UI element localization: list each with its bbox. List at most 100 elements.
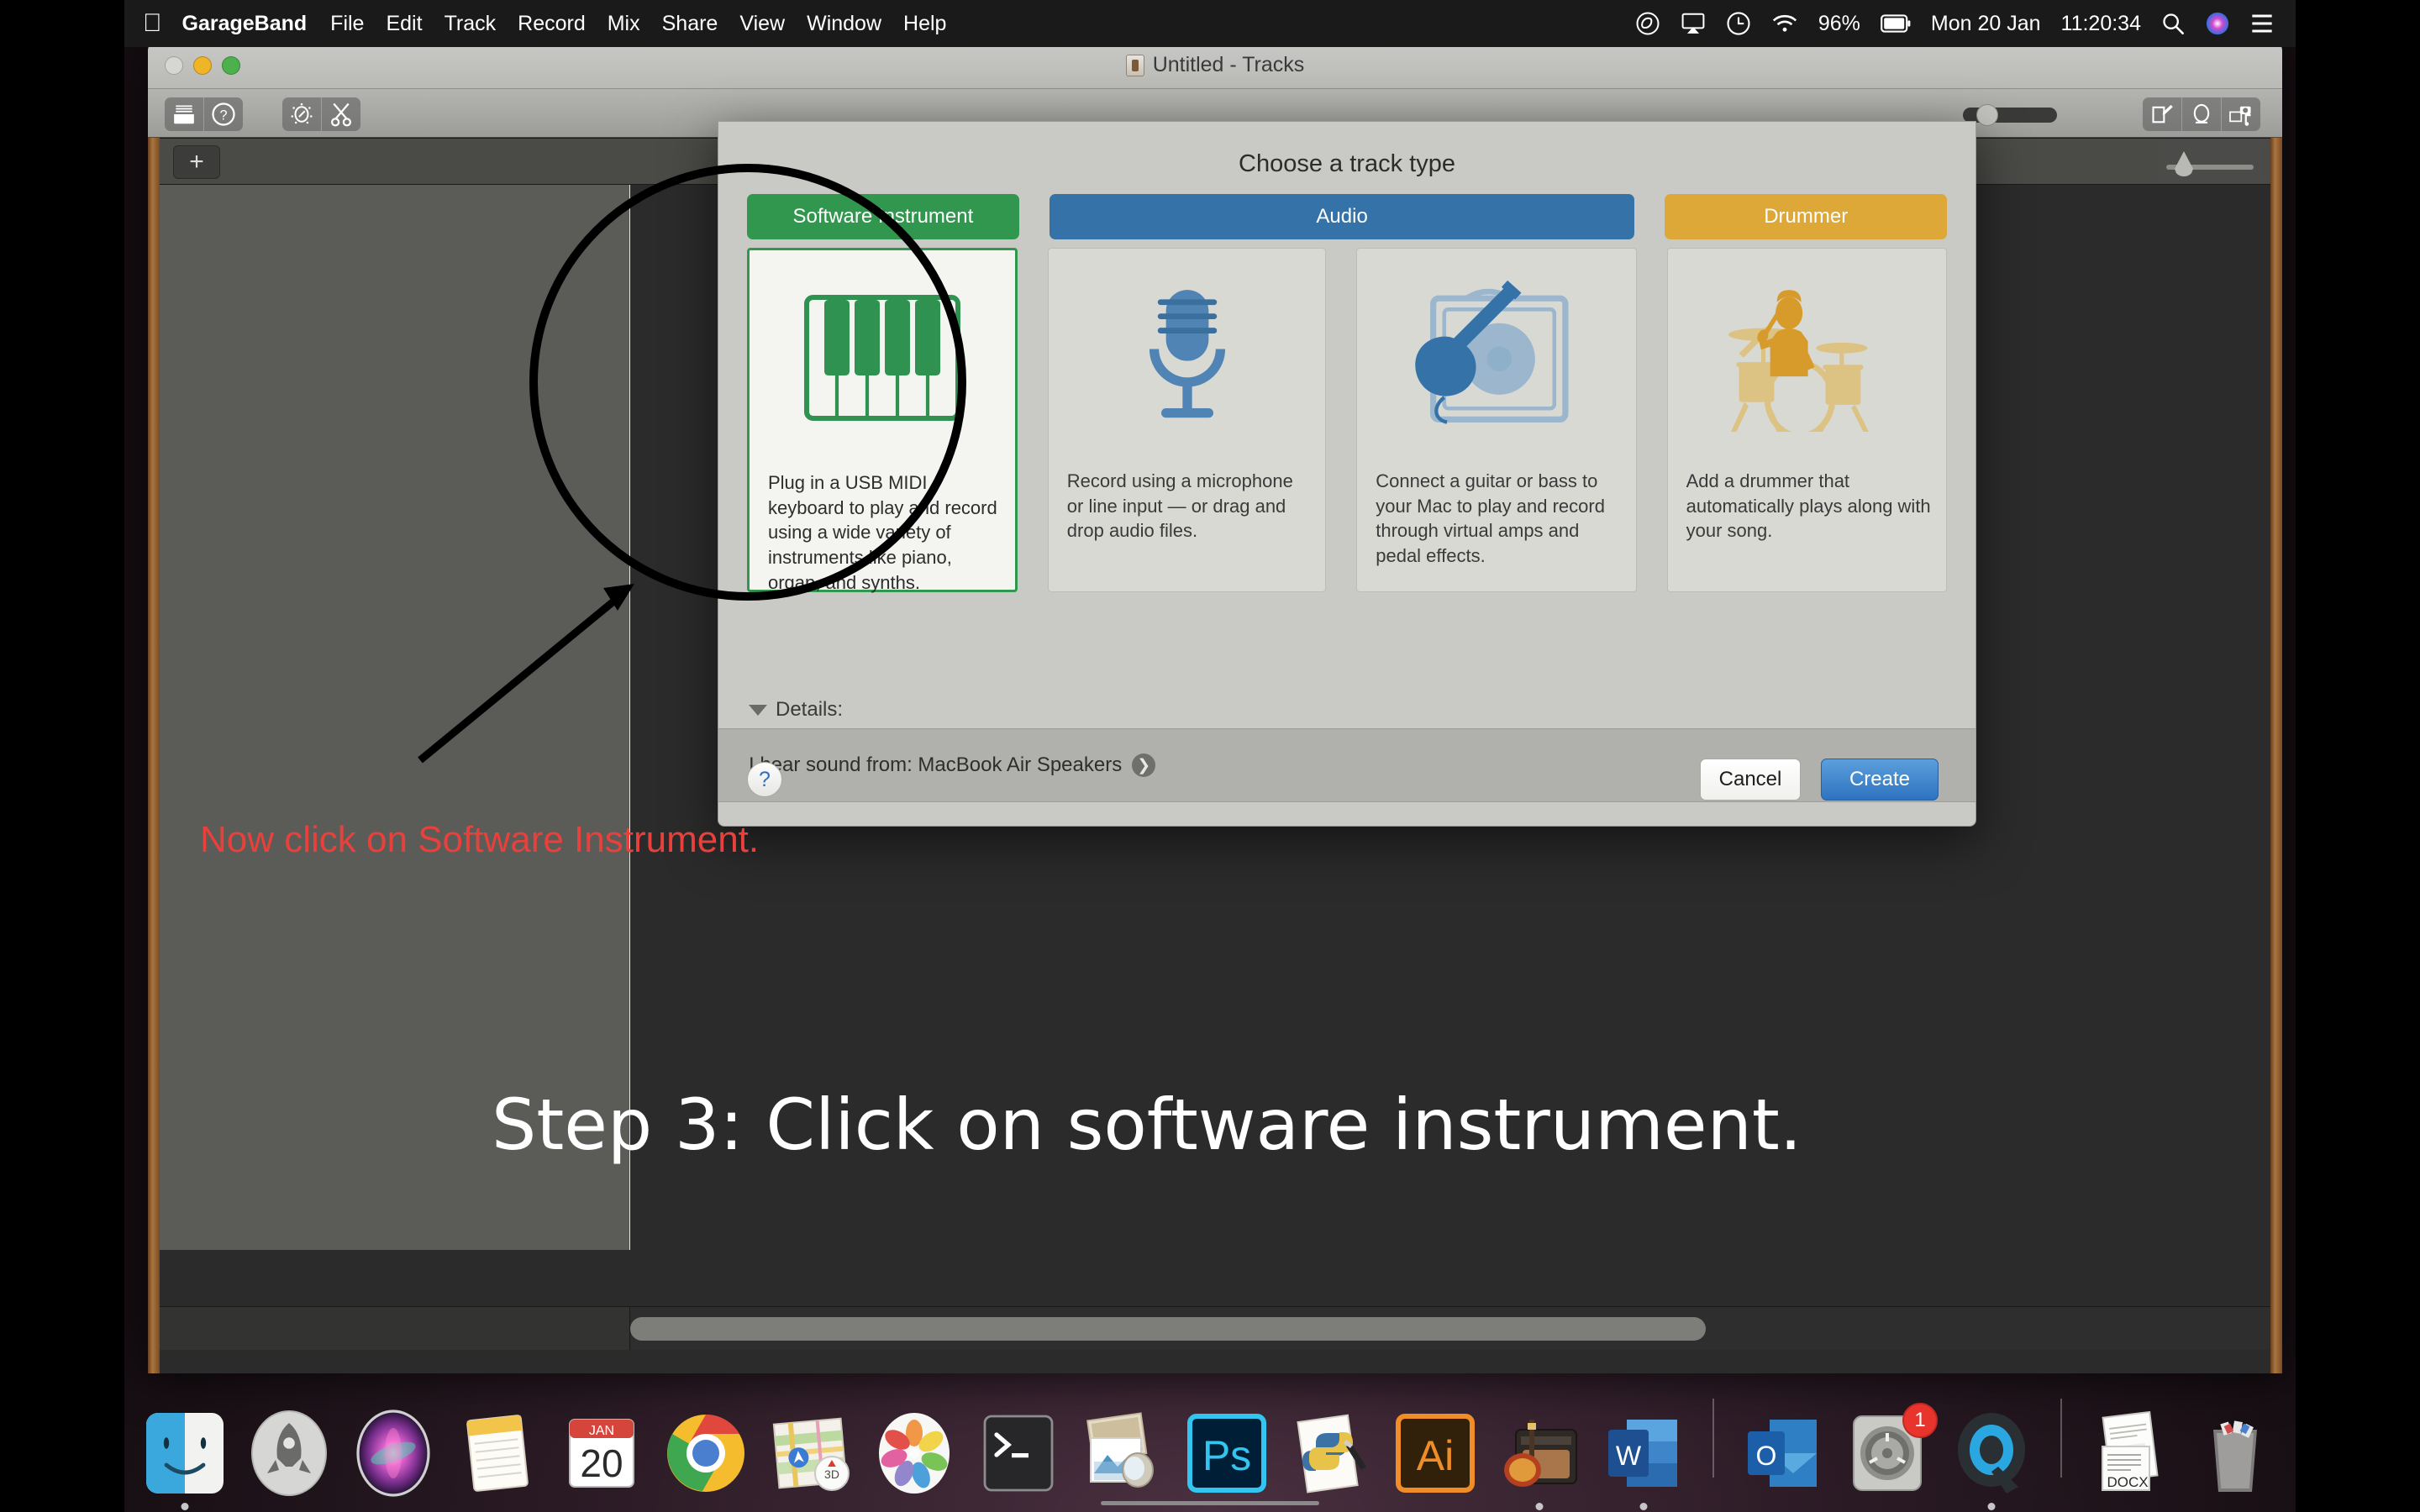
window-title-group: Untitled - Tracks — [148, 53, 2282, 77]
running-indicator — [1639, 1503, 1648, 1510]
window-titlebar: Untitled - Tracks — [148, 42, 2282, 89]
card-drummer[interactable]: Add a drummer that automatically plays a… — [1666, 248, 1948, 592]
question-circle-icon[interactable]: ? — [204, 97, 243, 131]
menu-item-file[interactable]: File — [330, 12, 364, 36]
dock-item-illustrator[interactable]: Ai — [1392, 1410, 1479, 1497]
card-description: Record using a microphone or line input … — [1066, 470, 1293, 542]
zoom-slider-handle[interactable] — [2175, 151, 2193, 176]
dock-item-docx-file[interactable]: DOCX — [2087, 1410, 2175, 1497]
toolbar-group-left: ? — [165, 97, 243, 131]
help-button[interactable]: ? — [747, 762, 782, 797]
dock-item-photoshop[interactable]: Ps — [1183, 1410, 1270, 1497]
tuner-icon[interactable] — [282, 97, 321, 131]
media-browser-icon[interactable] — [2222, 97, 2260, 131]
card-software-instrument[interactable]: Plug in a USB MIDI keyboard to play and … — [747, 248, 1018, 593]
notepad-edit-icon[interactable] — [2143, 97, 2181, 131]
dock-item-preview[interactable] — [1079, 1410, 1166, 1497]
screen-root:  GarageBand File Edit Track Record Mix … — [0, 0, 2420, 1512]
loop-browser-icon[interactable] — [2182, 97, 2221, 131]
red-annotation-text: Now click on Software Instrument. — [200, 819, 760, 860]
drummer-icon — [1668, 255, 1946, 457]
svg-text:?: ? — [219, 108, 227, 123]
menu-item-share[interactable]: Share — [662, 12, 718, 36]
menu-item-mix[interactable]: Mix — [608, 12, 640, 36]
slider-knob[interactable] — [1976, 104, 1998, 126]
menu-item-help[interactable]: Help — [903, 12, 946, 36]
menu-bar:  GarageBand File Edit Track Record Mix … — [124, 0, 2296, 47]
details-label: Details: — [776, 698, 844, 721]
running-indicator — [1535, 1503, 1544, 1510]
toolbar-group-tools — [282, 97, 360, 131]
step-caption-text: Step 3: Click on software instrument. — [492, 1084, 1802, 1166]
dock-item-chrome[interactable] — [662, 1410, 750, 1497]
dock-item-launchpad[interactable] — [245, 1410, 333, 1497]
tab-software-instrument[interactable]: Software Instrument — [747, 194, 1019, 239]
cancel-button[interactable]: Cancel — [1700, 759, 1801, 801]
card-description: Add a drummer that automatically plays a… — [1686, 470, 1931, 542]
wifi-icon[interactable] — [1771, 13, 1798, 34]
menu-item-window[interactable]: Window — [807, 12, 881, 36]
search-icon[interactable] — [2161, 12, 2185, 35]
tab-label: Drummer — [1764, 205, 1849, 228]
card-description: Plug in a USB MIDI keyboard to play and … — [768, 472, 997, 593]
dock-item-calendar[interactable]: JAN 20 — [558, 1410, 645, 1497]
outlook-label: O — [1756, 1441, 1777, 1471]
scrollbar-left-pad — [160, 1307, 630, 1350]
tab-label: Software Instrument — [792, 205, 974, 228]
dock-item-python[interactable] — [1287, 1410, 1375, 1497]
running-indicator — [181, 1503, 189, 1510]
tab-label: Audio — [1316, 205, 1368, 228]
track-type-tabs: Software Instrument Audio Drummer — [747, 194, 1947, 239]
control-center-icon[interactable] — [2250, 13, 2274, 34]
horizontal-scrollbar[interactable] — [160, 1306, 2270, 1350]
dock-item-trash[interactable] — [2191, 1410, 2279, 1497]
add-track-button[interactable]: + — [173, 145, 220, 179]
dock-item-outlook[interactable]: O — [1739, 1410, 1827, 1497]
time-machine-icon[interactable] — [1726, 11, 1751, 36]
create-button[interactable]: Create — [1821, 759, 1939, 801]
card-description: Connect a guitar or bass to your Mac to … — [1376, 470, 1605, 567]
scrollbar-thumb[interactable] — [630, 1317, 1706, 1341]
menu-item-view[interactable]: View — [739, 12, 785, 36]
scissors-icon[interactable] — [322, 97, 360, 131]
tab-drummer[interactable]: Drummer — [1665, 194, 1947, 239]
siri-icon[interactable] — [2205, 11, 2230, 36]
dock-item-system-preferences[interactable]: 1 — [1844, 1403, 1938, 1497]
window-right-edge — [2270, 133, 2282, 1373]
running-indicator — [1987, 1503, 1996, 1510]
tab-audio[interactable]: Audio — [1049, 194, 1635, 239]
dock-item-maps[interactable]: 3D — [766, 1410, 854, 1497]
new-track-dialog: Choose a track type Software Instrument … — [718, 121, 1976, 827]
dock: JAN 20 3D Ps Ai W O 1 DOCX — [124, 1379, 2296, 1510]
dock-item-terminal[interactable] — [975, 1410, 1062, 1497]
apple-logo-icon[interactable]:  — [143, 11, 162, 36]
dock-item-garageband[interactable] — [1496, 1410, 1583, 1510]
menu-item-track[interactable]: Track — [445, 12, 497, 36]
menu-item-edit[interactable]: Edit — [386, 12, 422, 36]
dock-item-photos[interactable] — [871, 1410, 958, 1497]
window-title: Untitled - Tracks — [1152, 53, 1305, 76]
menubar-date: Mon 20 Jan — [1930, 11, 2041, 35]
card-guitar[interactable]: Connect a guitar or bass to your Mac to … — [1356, 248, 1637, 592]
battery-icon[interactable] — [1881, 14, 1911, 33]
airplay-icon[interactable] — [1681, 13, 1706, 34]
library-icon[interactable] — [165, 97, 203, 131]
dock-item-finder[interactable] — [141, 1410, 229, 1510]
document-icon — [1125, 54, 1144, 76]
menu-app-name[interactable]: GarageBand — [182, 12, 308, 36]
dialog-footer: ? Cancel Create — [718, 733, 1975, 826]
creative-cloud-icon[interactable] — [1635, 11, 1660, 36]
dialog-title: Choose a track type — [1239, 150, 1455, 177]
zoom-slider[interactable] — [2158, 141, 2262, 181]
menu-item-record[interactable]: Record — [518, 12, 586, 36]
details-disclosure[interactable]: Details: — [749, 698, 843, 722]
maps-3d-label: 3D — [824, 1467, 839, 1481]
toolbar-group-right — [2143, 97, 2260, 131]
master-volume-slider[interactable] — [1963, 104, 2057, 126]
dock-item-quicktime[interactable] — [1948, 1410, 2035, 1510]
dock-item-notes[interactable] — [454, 1410, 541, 1497]
menubar-status-area: 96% Mon 20 Jan 11:20:34 — [1635, 11, 2274, 36]
dock-item-word[interactable]: W — [1600, 1410, 1687, 1510]
dock-item-siri[interactable] — [350, 1410, 437, 1497]
card-audio[interactable]: Record using a microphone or line input … — [1047, 248, 1327, 592]
